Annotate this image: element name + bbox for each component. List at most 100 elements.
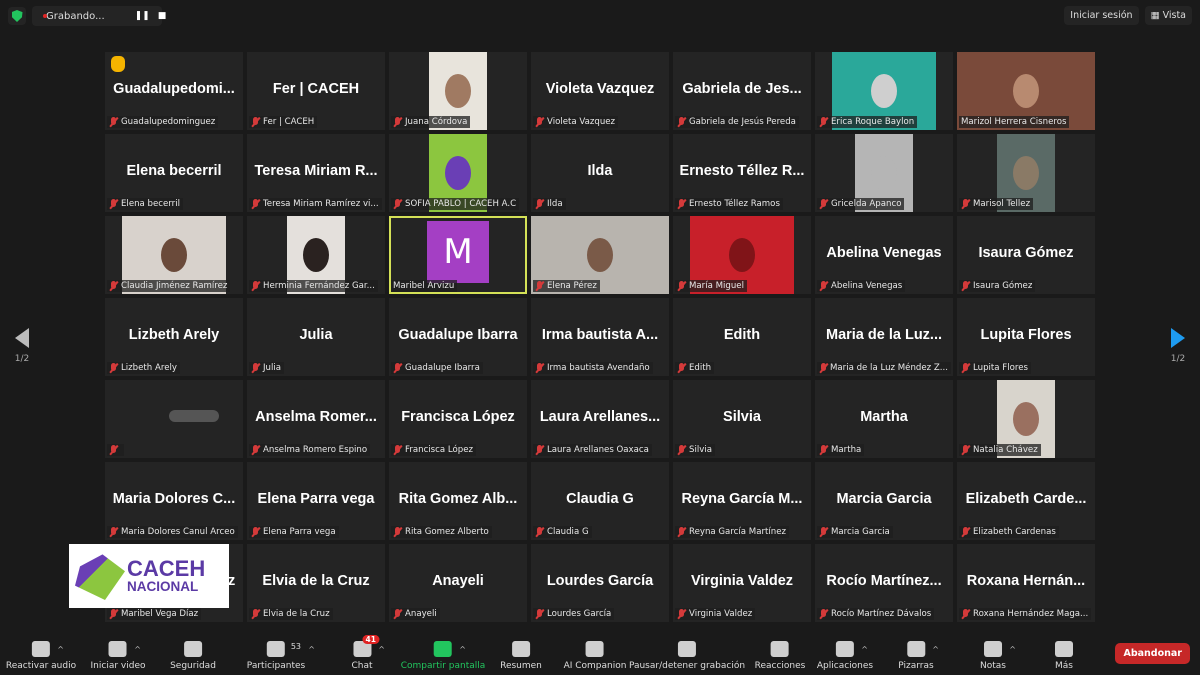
participant-tile[interactable]: Natalia Chávez xyxy=(957,380,1095,458)
more-button[interactable]: Más xyxy=(1055,641,1073,671)
sign-in-button[interactable]: Iniciar sesión xyxy=(1064,6,1139,25)
encryption-shield-icon[interactable] xyxy=(8,7,26,25)
notes-button[interactable]: ^ Notas xyxy=(980,641,1016,671)
participant-tile[interactable]: SOFIA PABLO | CACEH A.C xyxy=(389,134,527,212)
participant-tile[interactable]: Elizabeth Carde... Elizabeth Cardenas xyxy=(957,462,1095,540)
participant-tile[interactable]: Rita Gomez Alb... Rita Gomez Alberto xyxy=(389,462,527,540)
participant-tile[interactable]: Abelina Venegas Abelina Venegas xyxy=(815,216,953,294)
participant-name-label: Anayeli xyxy=(391,608,440,620)
participant-name: Guadalupe Ibarra xyxy=(405,363,480,373)
participant-tile[interactable]: Lupita Flores Lupita Flores xyxy=(957,298,1095,376)
participant-tile[interactable]: Marisol Tellez xyxy=(957,134,1095,212)
mic-muted-icon xyxy=(961,199,970,209)
previous-page-button[interactable]: 1/2 xyxy=(10,328,34,364)
participant-tile[interactable]: Julia Julia xyxy=(247,298,385,376)
participant-tile[interactable]: Teresa Miriam R... Teresa Miriam Ramírez … xyxy=(247,134,385,212)
participant-tile[interactable]: M Maribel Arvizu xyxy=(389,216,527,294)
participant-tile[interactable]: Virginia Valdez Virginia Valdez xyxy=(673,544,811,622)
participant-tile[interactable]: María Miguel xyxy=(673,216,811,294)
participant-tile[interactable]: Claudia G Claudia G xyxy=(531,462,669,540)
participant-tile[interactable]: Violeta Vazquez Violeta Vazquez xyxy=(531,52,669,130)
leave-button[interactable]: Abandonar xyxy=(1115,643,1190,664)
participant-name-label: Francisca López xyxy=(391,444,477,456)
participant-tile[interactable]: Lourdes García Lourdes García xyxy=(531,544,669,622)
participant-tile[interactable]: Claudia Jiménez Ramírez xyxy=(105,216,243,294)
participant-tile[interactable]: Reyna García M... Reyna García Martínez xyxy=(673,462,811,540)
participant-tile[interactable]: Ilda Ilda xyxy=(531,134,669,212)
participant-tile[interactable]: Rocío Martínez... Rocío Martínez Dávalos xyxy=(815,544,953,622)
participant-name-label: Juana Córdova xyxy=(391,116,471,128)
mic-muted-icon xyxy=(251,281,260,291)
chat-button[interactable]: 41 ^ Chat xyxy=(351,635,385,671)
mic-muted-icon xyxy=(961,445,970,455)
participant-name: Gricelda Apanco xyxy=(831,199,902,209)
participant-tile[interactable]: Francisca López Francisca López xyxy=(389,380,527,458)
participants-button[interactable]: 53 ^ Participantes xyxy=(247,641,315,671)
participant-tile[interactable]: Edith Edith xyxy=(673,298,811,376)
mic-muted-icon xyxy=(535,199,544,209)
avatar: M xyxy=(427,221,489,283)
participant-tile[interactable]: Irma bautista A... Irma bautista Avendaño xyxy=(531,298,669,376)
view-label: Vista xyxy=(1162,10,1186,21)
participant-tile[interactable]: Laura Arellanes... Laura Arellanes Oaxaca xyxy=(531,380,669,458)
participant-tile[interactable]: Lizbeth Arely Lizbeth Arely xyxy=(105,298,243,376)
grid-icon: ▦ xyxy=(1150,10,1163,21)
stop-icon[interactable]: ■ xyxy=(158,11,167,21)
summary-button[interactable]: Resumen xyxy=(500,641,542,671)
share-screen-button[interactable]: ^ Compartir pantalla xyxy=(401,641,485,671)
participant-tile[interactable]: Marcia Garcia Marcia Garcia xyxy=(815,462,953,540)
mic-muted-button[interactable]: ^ Reactivar audio xyxy=(6,641,76,671)
ai-sparkle-button[interactable]: AI Companion xyxy=(564,641,626,671)
participant-tile[interactable]: Anayeli Anayeli xyxy=(389,544,527,622)
participant-tile[interactable]: Elena becerril Elena becerril xyxy=(105,134,243,212)
participant-name: Elvia de la Cruz xyxy=(263,609,330,619)
mic-muted-icon xyxy=(961,527,970,537)
notes-icon: ^ xyxy=(983,641,1016,657)
participant-tile[interactable]: Elena Parra vega Elena Parra vega xyxy=(247,462,385,540)
participant-display-name: Reyna García M... xyxy=(681,491,803,507)
participant-tile[interactable]: Elvia de la Cruz Elvia de la Cruz xyxy=(247,544,385,622)
participant-tile[interactable]: Gricelda Apanco xyxy=(815,134,953,212)
participant-tile[interactable] xyxy=(105,380,243,458)
chevron-up-icon[interactable]: ^ xyxy=(378,645,385,654)
chevron-up-icon[interactable]: ^ xyxy=(134,645,141,654)
apps-button[interactable]: ^ Aplicaciones xyxy=(817,641,873,671)
chevron-up-icon[interactable]: ^ xyxy=(308,645,315,654)
reactions-button[interactable]: Reacciones xyxy=(755,641,805,671)
participant-tile[interactable]: Roxana Hernán... Roxana Hernández Maga... xyxy=(957,544,1095,622)
shield-button[interactable]: Seguridad xyxy=(170,641,216,671)
participant-tile[interactable]: Martha Martha xyxy=(815,380,953,458)
chevron-up-icon[interactable]: ^ xyxy=(1009,645,1016,654)
chevron-up-icon[interactable]: ^ xyxy=(861,645,868,654)
chevron-up-icon[interactable]: ^ xyxy=(932,645,939,654)
participant-tile[interactable]: Erica Roque Baylon xyxy=(815,52,953,130)
chevron-up-icon[interactable]: ^ xyxy=(57,645,64,654)
participant-tile[interactable]: Ernesto Téllez R... Ernesto Téllez Ramos xyxy=(673,134,811,212)
participant-name: Marizol Herrera Cisneros xyxy=(961,117,1067,127)
video-off-button[interactable]: ^ Iniciar video xyxy=(91,641,145,671)
pause-icon[interactable]: ❚❚ xyxy=(135,11,150,21)
next-page-button[interactable]: 1/2 xyxy=(1166,328,1190,364)
participant-tile[interactable]: Maria de la Luz... Maria de la Luz Méndez… xyxy=(815,298,953,376)
participant-tile[interactable]: Elena Pérez xyxy=(531,216,669,294)
pause-stop-recording-button[interactable]: Pausar/detener grabación xyxy=(629,641,745,671)
participant-tile[interactable]: Guadalupe Ibarra Guadalupe Ibarra xyxy=(389,298,527,376)
mic-muted-icon xyxy=(961,363,970,373)
participant-tile[interactable]: Herminia Fernández Gar... xyxy=(247,216,385,294)
participant-tile[interactable]: Silvia Silvia xyxy=(673,380,811,458)
view-button[interactable]: ▦ Vista xyxy=(1144,6,1192,25)
participant-tile[interactable]: Isaura Gómez Isaura Gómez xyxy=(957,216,1095,294)
participant-display-name: Guadalupedomi... xyxy=(113,81,235,97)
participant-tile[interactable]: Maria Dolores C... Maria Dolores Canul Ar… xyxy=(105,462,243,540)
whiteboard-button[interactable]: ^ Pizarras xyxy=(898,641,939,671)
participant-name: Elena becerril xyxy=(121,199,180,209)
logo-line2: NACIONAL xyxy=(127,579,199,595)
participant-tile[interactable]: Guadalupedomi... Guadalupedominguez xyxy=(105,52,243,130)
participant-tile[interactable]: Fer | CACEH Fer | CACEH xyxy=(247,52,385,130)
participant-tile[interactable]: Anselma Romer... Anselma Romero Espino xyxy=(247,380,385,458)
participant-tile[interactable]: Marizol Herrera Cisneros xyxy=(957,52,1095,130)
participant-tile[interactable]: Juana Córdova xyxy=(389,52,527,130)
participant-tile[interactable]: Gabriela de Jes... Gabriela de Jesús Pere… xyxy=(673,52,811,130)
chevron-up-icon[interactable]: ^ xyxy=(459,645,466,654)
participant-display-name: Edith xyxy=(723,327,761,343)
